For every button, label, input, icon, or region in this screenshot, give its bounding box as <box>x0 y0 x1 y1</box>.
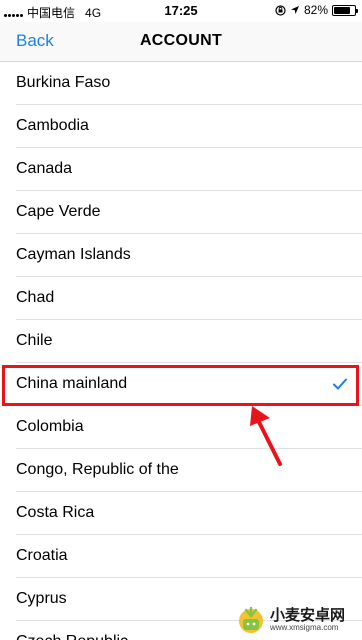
location-icon <box>290 6 299 14</box>
country-row[interactable]: Croatia <box>0 535 362 578</box>
country-label: Croatia <box>16 547 68 564</box>
page-title: ACCOUNT <box>139 32 223 49</box>
country-label: Congo, Republic of the <box>16 461 179 478</box>
country-label: Burkina Faso <box>16 74 111 91</box>
country-row[interactable]: Chad <box>0 277 362 320</box>
country-row[interactable]: Congo, Republic of the <box>0 449 362 492</box>
country-row[interactable]: Colombia <box>0 406 362 449</box>
country-row[interactable]: Burkina Faso <box>0 62 362 105</box>
nav-bar: Back ACCOUNT <box>0 22 362 62</box>
country-label: Chad <box>16 289 55 306</box>
country-label: Cayman Islands <box>16 246 131 263</box>
country-label: Chile <box>16 332 53 349</box>
country-row[interactable]: Cayman Islands <box>0 234 362 277</box>
checkmark-icon <box>333 378 347 390</box>
country-row[interactable]: Canada <box>0 148 362 191</box>
battery-fill <box>334 6 351 14</box>
country-row[interactable]: Chile <box>0 320 362 363</box>
country-label: Costa Rica <box>16 504 95 521</box>
country-label: Cyprus <box>16 590 67 607</box>
battery-percent: 82% <box>303 3 328 17</box>
lock-rotation-icon <box>275 4 286 16</box>
watermark-url: www.xmsigma.com <box>270 623 339 632</box>
country-label: Colombia <box>16 418 84 435</box>
country-row[interactable]: Cape Verde <box>0 191 362 234</box>
country-row[interactable]: China mainland <box>0 363 362 406</box>
country-label: Cape Verde <box>16 203 101 220</box>
country-label: Cambodia <box>16 117 89 134</box>
watermark: 小麦安卓网 www.xmsigma.com <box>236 602 356 636</box>
country-label: Czech Republic <box>16 633 128 640</box>
watermark-logo-icon <box>239 606 263 633</box>
country-row[interactable]: Cambodia <box>0 105 362 148</box>
country-label: Canada <box>16 160 73 177</box>
country-label: China mainland <box>16 375 128 392</box>
status-bar: 中国电信 4G 17:25 82% <box>0 0 362 22</box>
country-row[interactable]: Costa Rica <box>0 492 362 535</box>
battery-icon <box>332 4 358 16</box>
country-list: Burkina Faso Cambodia Canada Cape Verde Caym… <box>0 62 362 640</box>
watermark-title: 小麦安卓网 <box>270 607 346 624</box>
status-right: 82% <box>275 3 358 17</box>
